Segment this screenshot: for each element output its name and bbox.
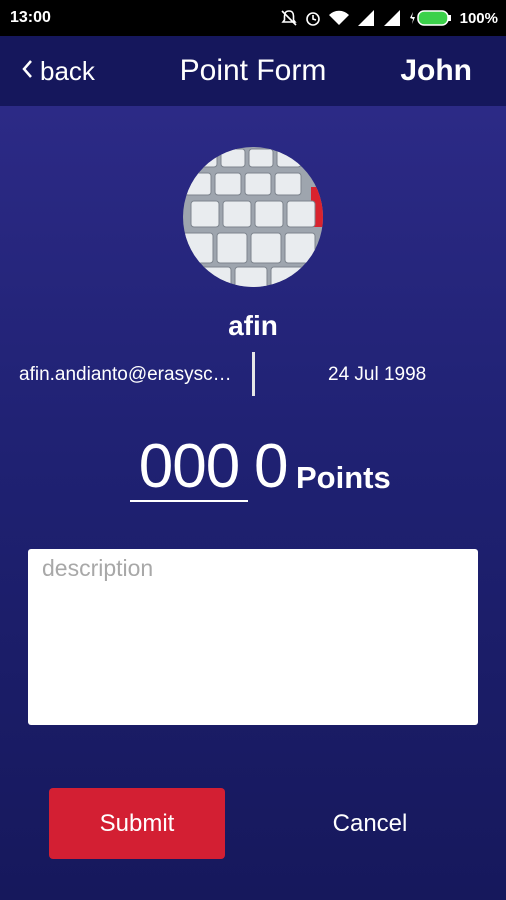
profile-dob: 24 Jul 1998 [328,364,427,385]
profile-email: afin.andianto@erasysconsulting.com [19,364,239,385]
description-field[interactable] [28,549,478,725]
status-time: 13:00 [10,9,51,26]
battery-percent: 100% [459,9,498,27]
points-input[interactable]: 000 [130,434,248,502]
submit-button[interactable]: Submit [49,788,225,859]
mute-icon [280,9,298,27]
alarm-icon [304,9,322,27]
profile-info: afin.andianto@erasysconsulting.com 24 Ju… [0,352,506,396]
signal-icon-2 [382,10,402,26]
signal-icon-1 [356,10,376,26]
description-box [28,549,478,725]
user-name: John [400,54,472,87]
points-label: Points [296,460,391,495]
app-bar: back Point Form John [0,36,506,106]
status-bar: 13:00 100% [0,0,506,36]
profile-name: afin [228,310,278,341]
status-icons: 100% [280,6,498,30]
battery-icon [408,9,452,27]
cancel-button[interactable]: Cancel [300,788,440,859]
avatar [183,147,323,287]
points-value: 0 [254,432,289,501]
wifi-icon [328,10,350,26]
point-form: afin afin.andianto@erasysconsulting.com … [0,106,506,900]
info-divider [252,352,255,396]
